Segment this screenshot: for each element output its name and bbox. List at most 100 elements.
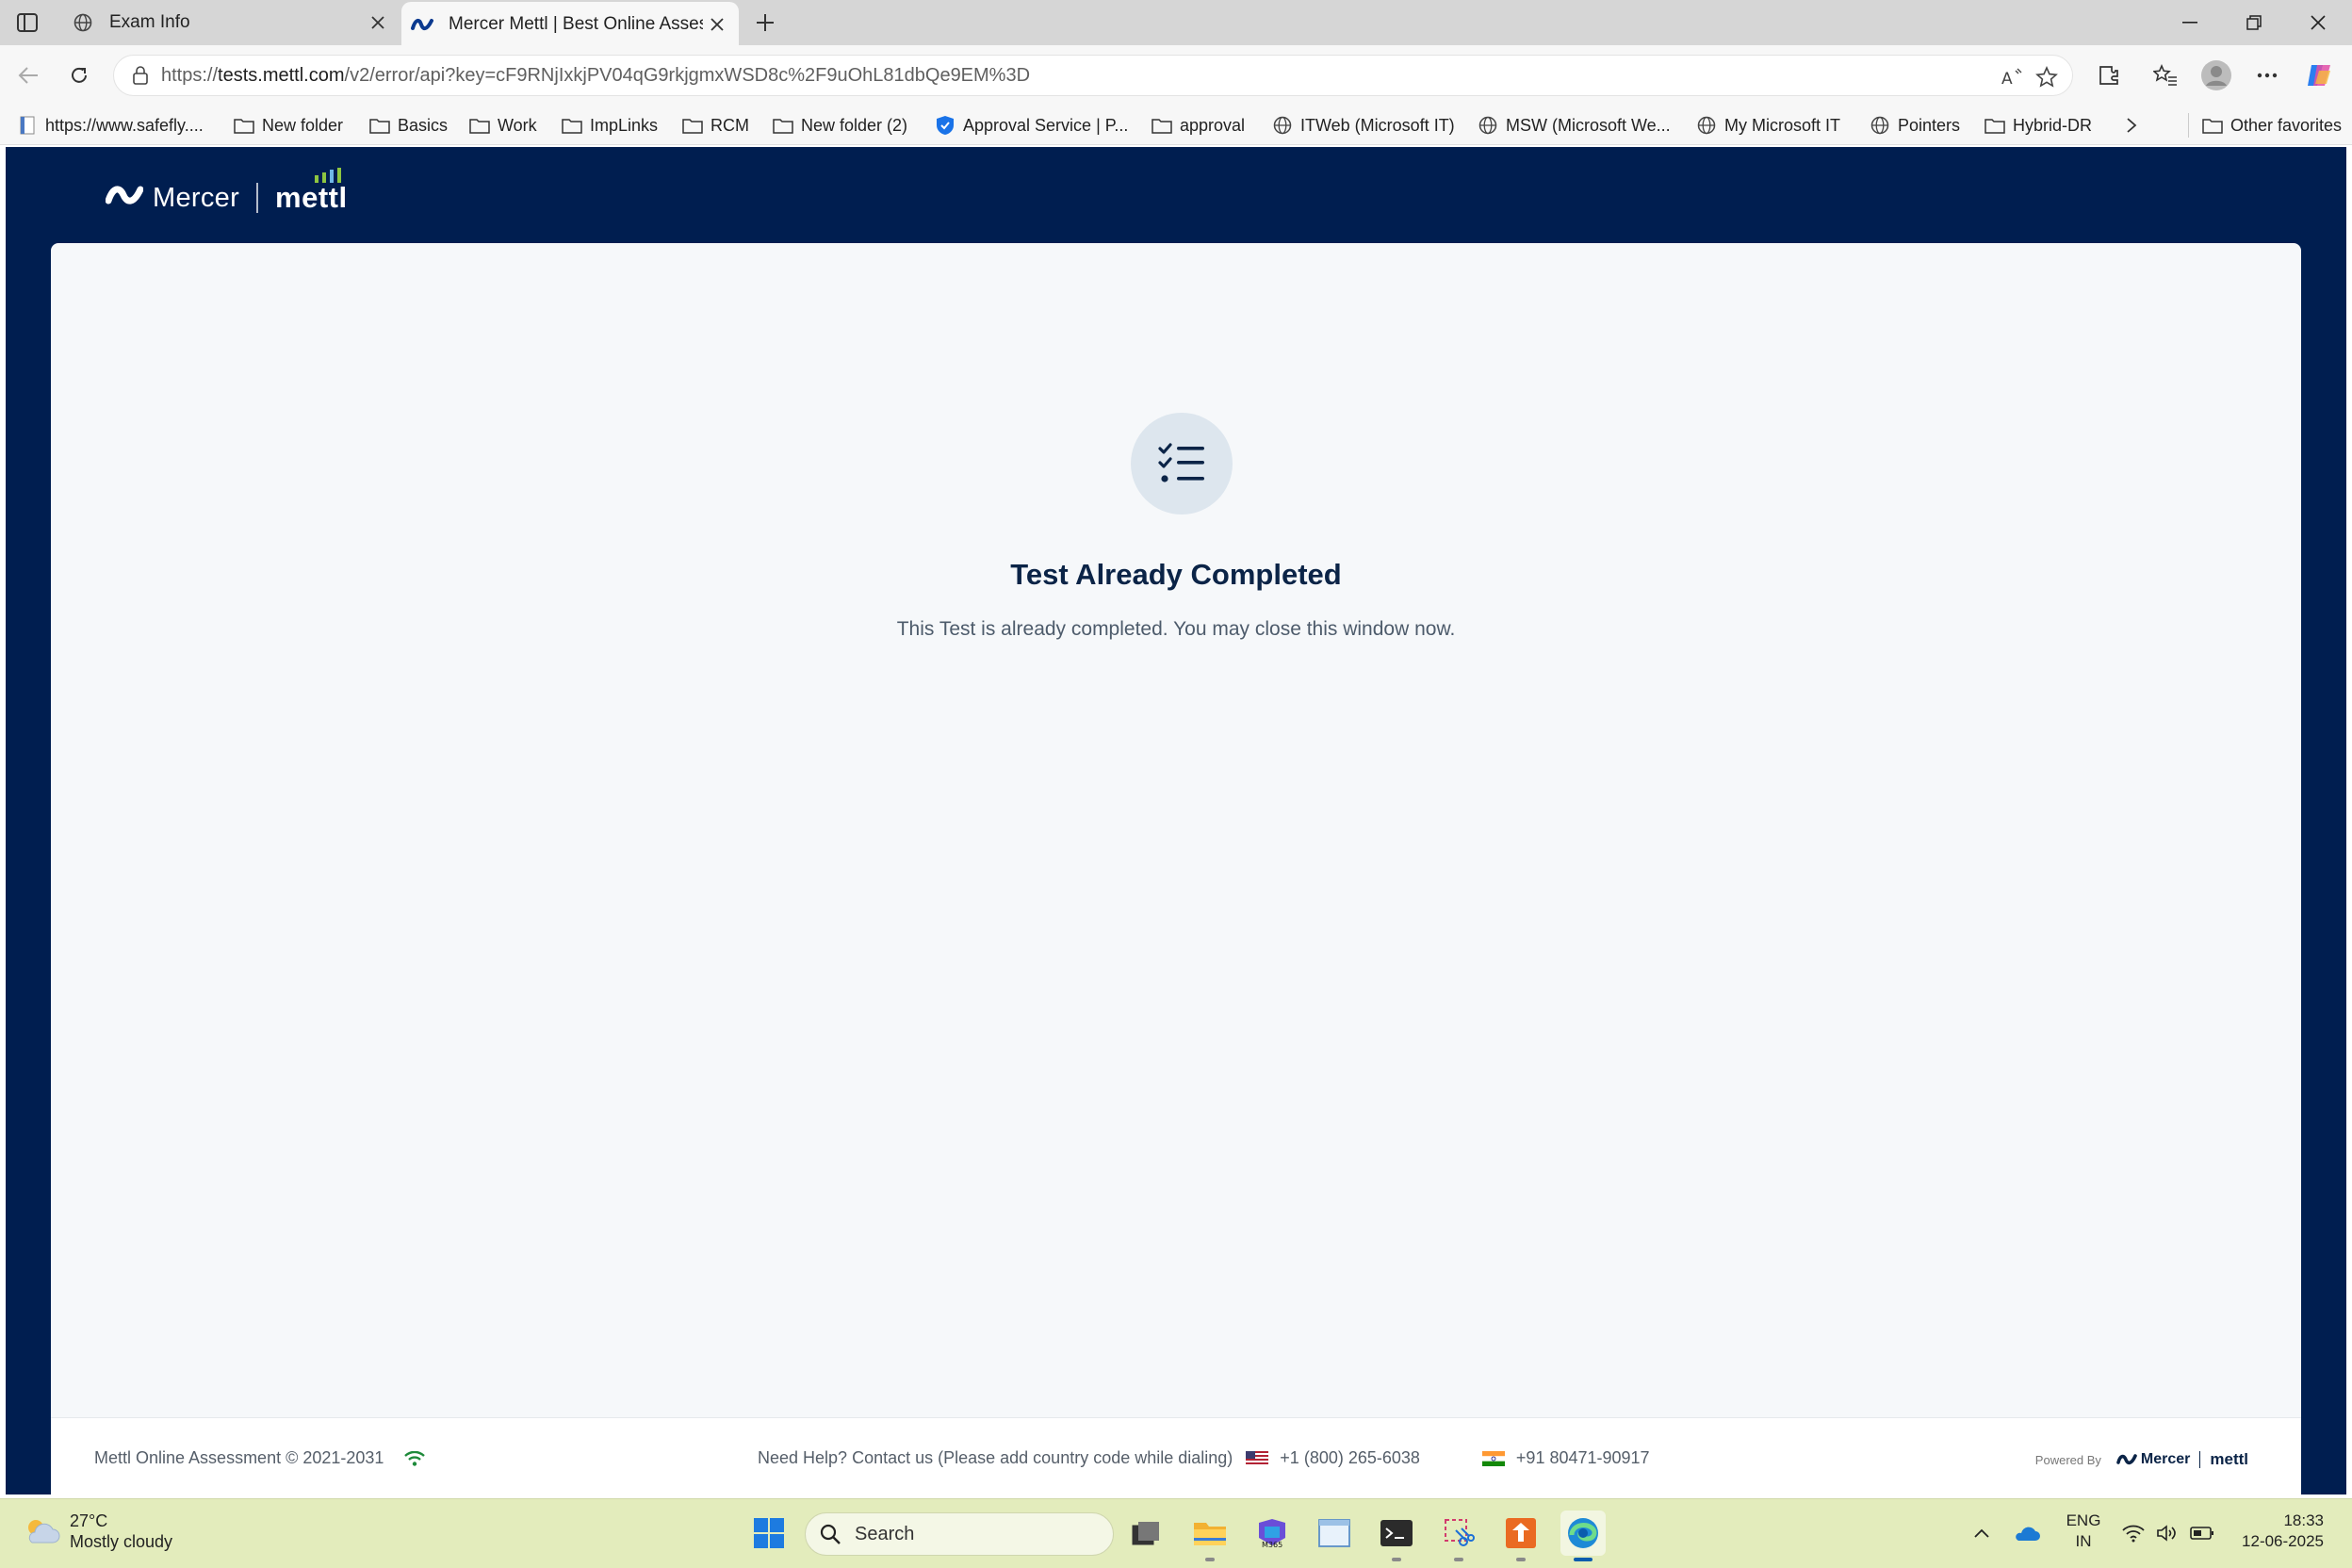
globe-icon xyxy=(1870,115,1890,136)
language-code: ENG xyxy=(2066,1511,2101,1529)
mercer-logo-icon xyxy=(2116,1454,2137,1465)
globe-icon xyxy=(1696,115,1717,136)
restore-icon[interactable] xyxy=(2222,0,2286,45)
task-view-icon[interactable] xyxy=(1123,1511,1168,1556)
bookmarks-overflow-chevron-icon[interactable] xyxy=(2126,113,2137,138)
bookmark-folder[interactable]: Basics xyxy=(369,113,448,138)
bookmark-item[interactable]: Approval Service | P... xyxy=(935,113,1128,138)
bookmark-folder[interactable]: RCM xyxy=(682,113,749,138)
bookmark-label: New folder xyxy=(262,115,344,135)
shield-icon xyxy=(935,115,956,136)
bookmark-label: Work xyxy=(498,115,537,135)
running-indicator xyxy=(1205,1558,1215,1561)
india-flag-icon xyxy=(1481,1450,1505,1466)
new-tab-icon[interactable] xyxy=(750,8,780,38)
phone-us[interactable]: +1 (800) 265-6038 xyxy=(1280,1448,1420,1468)
battery-icon[interactable] xyxy=(2188,1518,2216,1548)
folder-icon xyxy=(234,115,254,136)
page-footer: Mettl Online Assessment © 2021-2031 Need… xyxy=(51,1417,2301,1494)
powered-by-label: Powered By xyxy=(2034,1452,2101,1467)
volume-icon[interactable] xyxy=(2154,1518,2180,1548)
favorites-icon[interactable] xyxy=(2147,57,2184,94)
completion-message: This Test is already completed. You may … xyxy=(896,618,1456,640)
address-bar[interactable]: https://tests.mettl.com/v2/error/api?key… xyxy=(113,55,2073,96)
favorite-star-icon[interactable] xyxy=(2033,63,2061,91)
taskbar-search[interactable]: Search xyxy=(805,1512,1114,1556)
close-tab-icon[interactable] xyxy=(703,10,731,39)
bookmark-item[interactable]: ITWeb (Microsoft IT) xyxy=(1272,113,1455,138)
read-aloud-icon[interactable]: A xyxy=(1999,63,2027,91)
extensions-icon[interactable] xyxy=(2090,57,2128,94)
profile-avatar-icon[interactable] xyxy=(2197,57,2235,94)
bookmark-folder[interactable]: New folder (2) xyxy=(773,113,907,138)
page-icon xyxy=(17,115,38,136)
m365-app-icon[interactable]: M365 xyxy=(1250,1511,1295,1556)
page-title: Test Already Completed xyxy=(1010,558,1342,591)
running-indicator xyxy=(1454,1558,1463,1561)
input-language[interactable]: ENG IN xyxy=(2064,1511,2103,1552)
wifi-icon[interactable] xyxy=(2120,1518,2147,1548)
globe-icon xyxy=(1272,115,1293,136)
show-hidden-icons-chevron-icon[interactable] xyxy=(1969,1518,1994,1548)
cloudy-weather-icon xyxy=(28,1520,60,1544)
bookmark-item[interactable]: My Microsoft IT xyxy=(1696,113,1840,138)
folder-icon xyxy=(682,115,703,136)
bookmark-item[interactable]: MSW (Microsoft We... xyxy=(1478,113,1671,138)
help-text: Need Help? Contact us (Please add countr… xyxy=(758,1448,1233,1467)
bookmark-label: https://www.safefly.... xyxy=(45,115,204,135)
phone-india[interactable]: +91 80471-90917 xyxy=(1516,1448,1650,1468)
copilot-icon[interactable] xyxy=(2301,57,2339,94)
windows-taskbar: 27°C Mostly cloudy Search M365 ENG IN 18… xyxy=(0,1498,2352,1568)
checklist-icon xyxy=(1131,413,1233,514)
bookmark-folder[interactable]: New folder xyxy=(234,113,343,138)
running-indicator xyxy=(1516,1558,1526,1561)
other-favorites[interactable]: Other favorites xyxy=(2188,113,2342,138)
bookmark-label: ImpLinks xyxy=(590,115,659,135)
folder-icon xyxy=(369,115,390,136)
weather-widget[interactable]: 27°C Mostly cloudy xyxy=(23,1511,172,1552)
bookmark-folder[interactable]: Work xyxy=(469,113,537,138)
app-window-icon[interactable] xyxy=(1312,1511,1357,1556)
powered-by: Powered By Mercer mettl xyxy=(2035,1450,2248,1469)
file-explorer-icon[interactable] xyxy=(1187,1511,1233,1561)
bookmark-label: MSW (Microsoft We... xyxy=(1506,115,1671,135)
bookmark-label: RCM xyxy=(710,115,749,135)
site-info-icon[interactable] xyxy=(120,66,161,85)
folder-icon xyxy=(1984,115,2005,136)
bookmark-folder[interactable]: ImpLinks xyxy=(562,113,658,138)
brand-mettl: mettl xyxy=(275,168,348,215)
active-indicator xyxy=(1574,1558,1592,1561)
back-icon[interactable] xyxy=(9,57,47,94)
temperature: 27°C xyxy=(70,1511,108,1530)
tab-exam-info[interactable]: Exam Info xyxy=(62,0,400,45)
bookmark-label: New folder (2) xyxy=(801,115,908,135)
refresh-icon[interactable] xyxy=(60,57,98,94)
url-text: https://tests.mettl.com/v2/error/api?key… xyxy=(161,65,1030,87)
content-card: Test Already Completed This Test is alre… xyxy=(51,243,2301,1494)
bookmark-folder[interactable]: Hybrid-DR xyxy=(1984,113,2092,138)
orange-app-icon[interactable] xyxy=(1498,1511,1544,1561)
bookmark-label: Pointers xyxy=(1898,115,1961,135)
brand-mettl-text: mettl xyxy=(275,181,348,214)
bookmark-item[interactable]: https://www.safefly.... xyxy=(17,113,204,138)
close-window-icon[interactable] xyxy=(2286,0,2350,45)
bookmark-item[interactable]: Pointers xyxy=(1870,113,1960,138)
start-button-windows-icon[interactable] xyxy=(746,1511,792,1556)
minimize-icon[interactable] xyxy=(2158,0,2222,45)
onedrive-cloud-icon[interactable] xyxy=(2011,1518,2043,1548)
powered-mettl: mettl xyxy=(2210,1450,2248,1468)
snipping-tool-icon[interactable] xyxy=(1436,1511,1481,1561)
search-placeholder: Search xyxy=(855,1523,915,1544)
more-options-icon[interactable] xyxy=(2248,57,2286,94)
edge-browser-icon[interactable] xyxy=(1560,1511,1606,1561)
bookmark-label: ITWeb (Microsoft IT) xyxy=(1300,115,1455,135)
tab-actions-icon[interactable] xyxy=(13,9,41,36)
bookmark-label: My Microsoft IT xyxy=(1724,115,1841,135)
tab-mercer-mettl[interactable]: Mercer Mettl | Best Online Assess xyxy=(401,2,739,47)
close-tab-icon[interactable] xyxy=(364,8,392,37)
bookmark-folder[interactable]: approval xyxy=(1152,113,1245,138)
system-clock[interactable]: 18:33 12-06-2025 xyxy=(2228,1511,2324,1552)
folder-icon xyxy=(1152,115,1172,136)
terminal-icon[interactable] xyxy=(1374,1511,1419,1561)
bookmarks-bar: https://www.safefly.... New folder Basic… xyxy=(0,106,2352,145)
